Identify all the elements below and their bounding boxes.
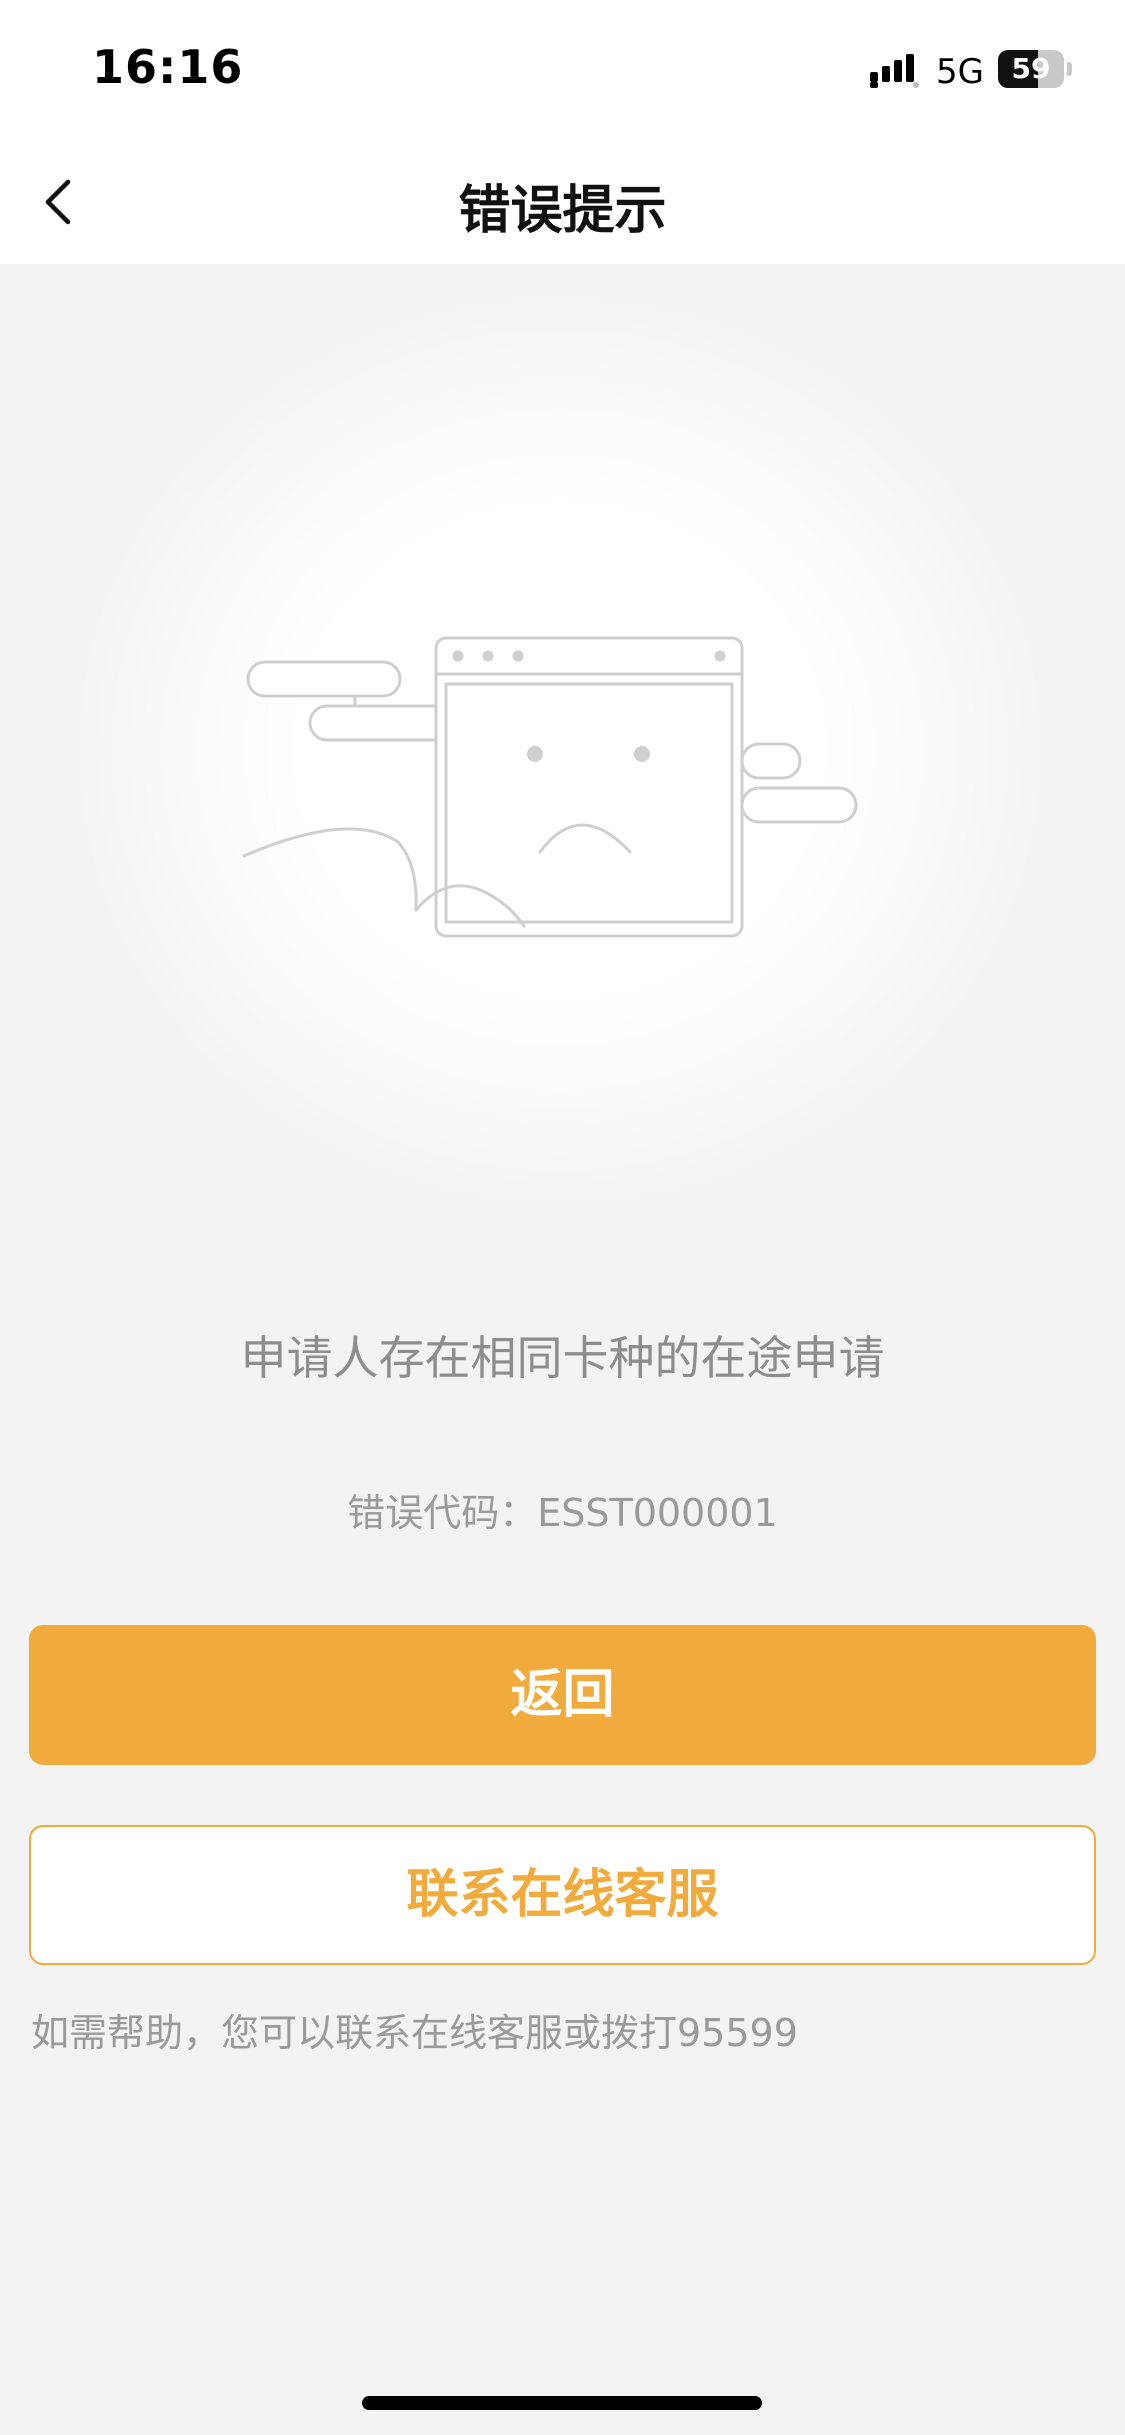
home-indicator[interactable]: [362, 2396, 762, 2410]
navigation-bar: 错误提示: [0, 140, 1125, 264]
return-button[interactable]: 返回: [29, 1625, 1096, 1765]
bottom-area: [0, 2055, 1125, 2435]
error-code-value: ESST000001: [537, 1491, 778, 1535]
page-title: 错误提示: [458, 181, 667, 241]
help-text: 如需帮助，您可以联系在线客服或拨打95599: [31, 2011, 798, 2055]
error-code-label: 错误代码：: [347, 1491, 538, 1535]
battery-percent: 59: [1011, 52, 1051, 85]
status-time: 16:16: [92, 40, 244, 94]
error-code: 错误代码：ESST000001: [0, 1482, 1125, 1537]
battery-icon: 59: [998, 50, 1064, 88]
battery-cap: [1067, 62, 1072, 76]
network-type: 5G: [936, 52, 984, 92]
error-message: 申请人存在相同卡种的在途申请: [240, 1331, 885, 1385]
signal-bars-icon: [870, 54, 919, 88]
status-bar: 16:16 5G 59: [0, 0, 1125, 140]
contact-support-button[interactable]: 联系在线客服: [29, 1825, 1096, 1965]
sad-browser-window-illustration: [242, 636, 858, 938]
